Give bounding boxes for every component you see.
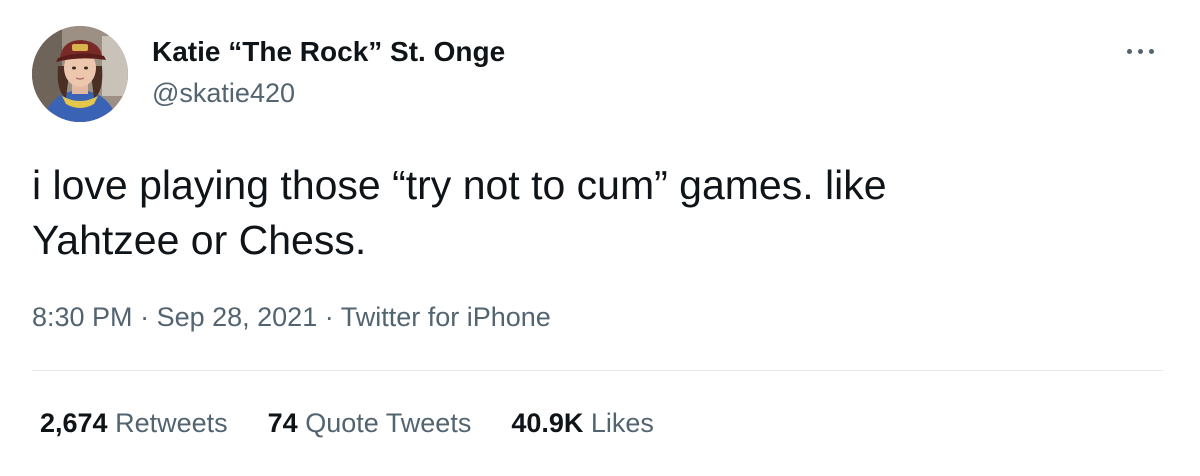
retweets-count: 2,674	[40, 408, 108, 438]
tweet-time[interactable]: 8:30 PM	[32, 302, 133, 332]
divider	[32, 370, 1164, 371]
quote-tweets-stat[interactable]: 74 Quote Tweets	[268, 406, 472, 440]
tweet-text: i love playing those “try not to cum” ga…	[32, 162, 887, 263]
engagement-stats: 2,674 Retweets 74 Quote Tweets 40.9K Lik…	[40, 406, 694, 440]
author-handle[interactable]: @skatie420	[152, 76, 295, 110]
quote-tweets-label: Quote Tweets	[305, 408, 472, 438]
tweet-metadata: 8:30 PM · Sep 28, 2021 · Twitter for iPh…	[32, 300, 551, 334]
meta-separator: ·	[132, 302, 157, 332]
more-dot	[1148, 48, 1154, 54]
tweet-card: Katie “The Rock” St. Onge @skatie420 i l…	[0, 0, 1200, 476]
avatar[interactable]	[32, 26, 128, 122]
likes-label: Likes	[590, 408, 654, 438]
tweet-source[interactable]: Twitter for iPhone	[341, 302, 551, 332]
more-options-button[interactable]	[1118, 38, 1162, 64]
retweets-label: Retweets	[115, 408, 228, 438]
likes-count: 40.9K	[511, 408, 584, 438]
avatar-image	[32, 26, 128, 122]
more-horizontal-icon	[1126, 48, 1132, 54]
retweets-stat[interactable]: 2,674 Retweets	[40, 406, 228, 440]
meta-separator: ·	[317, 302, 341, 332]
tweet-date[interactable]: Sep 28, 2021	[157, 302, 318, 332]
quote-tweets-count: 74	[267, 408, 298, 438]
more-dot	[1137, 48, 1143, 54]
likes-stat[interactable]: 40.9K Likes	[511, 406, 654, 440]
author-display-name[interactable]: Katie “The Rock” St. Onge	[152, 34, 505, 70]
